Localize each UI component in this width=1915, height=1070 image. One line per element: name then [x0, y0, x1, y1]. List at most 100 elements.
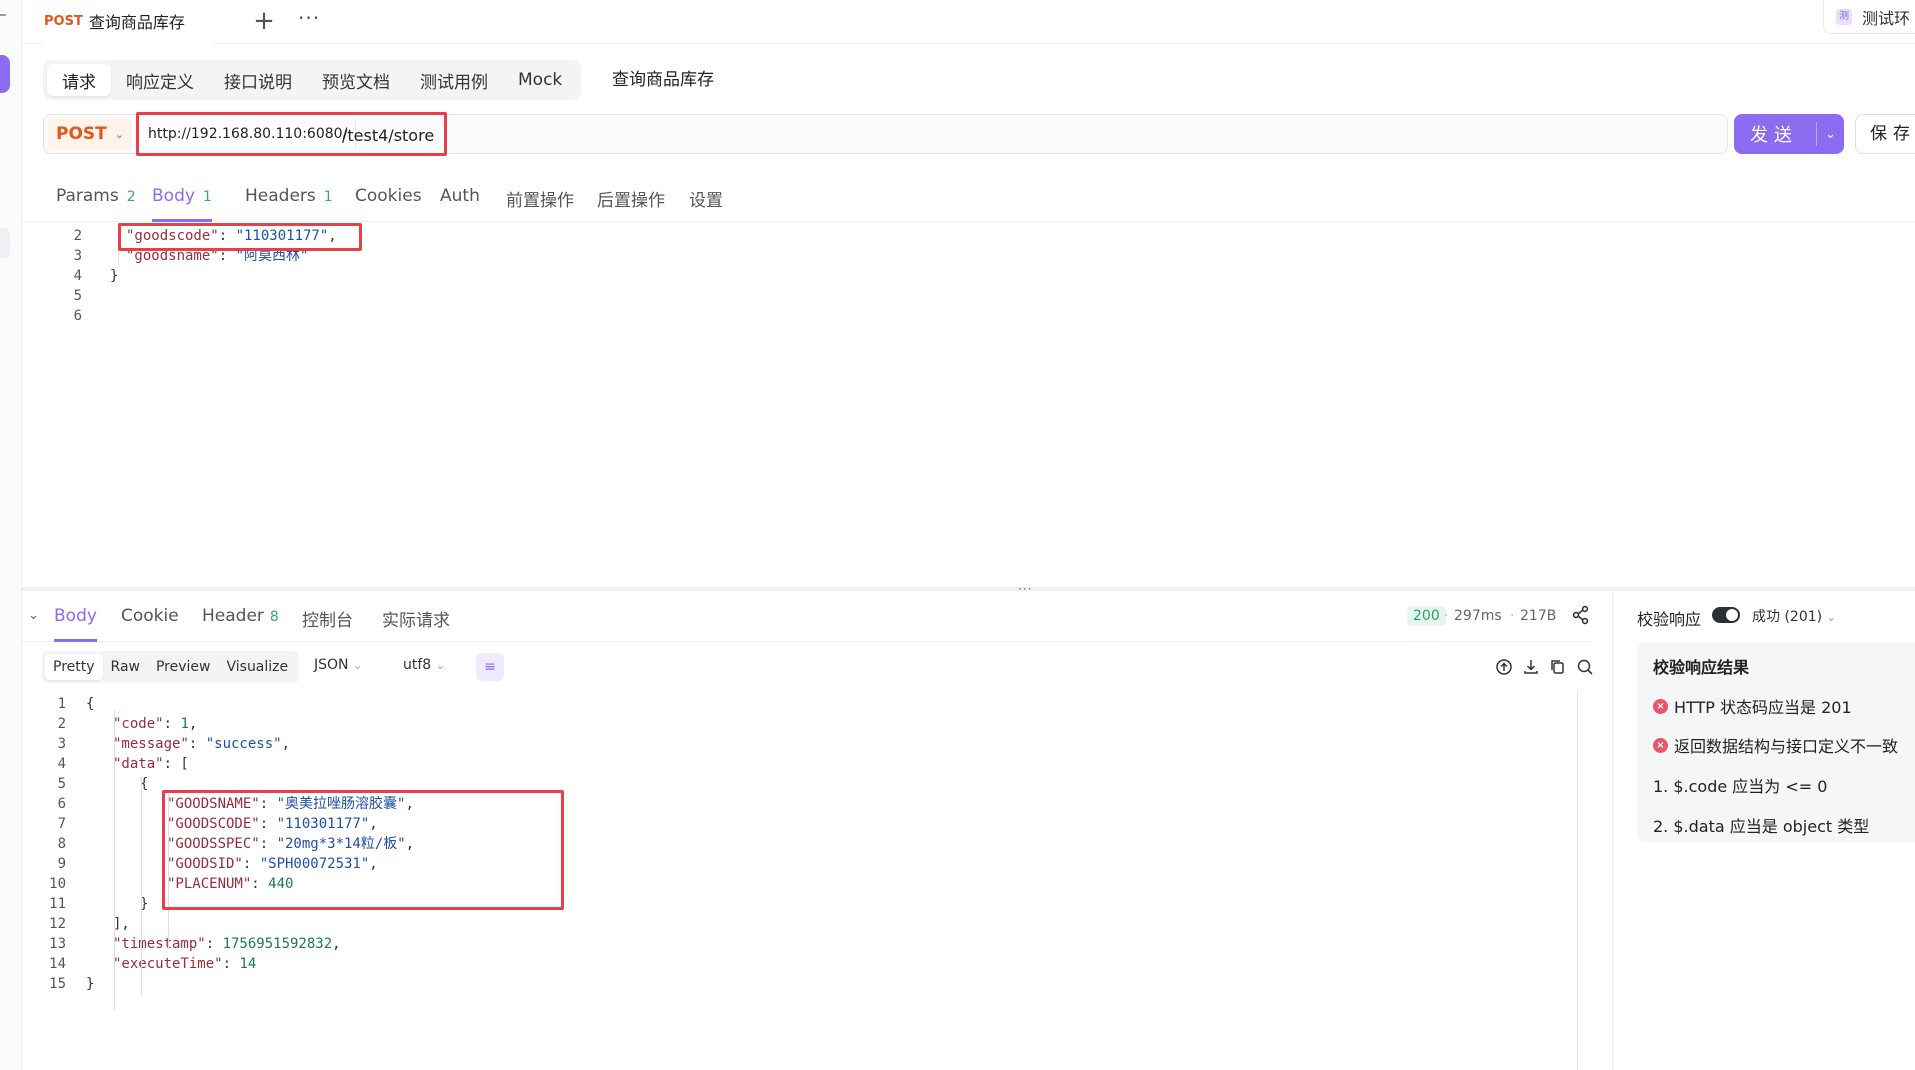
- line-number: 3: [73, 248, 82, 264]
- resp-tab-body[interactable]: Body: [54, 606, 97, 642]
- req-tab-cookies[interactable]: Cookies: [355, 186, 422, 222]
- req-tab-headers[interactable]: Headers 1: [245, 186, 333, 222]
- code-token: ,: [281, 736, 291, 752]
- pane-splitter[interactable]: [22, 587, 1915, 591]
- req-tab-post-operations[interactable]: 后置操作: [597, 186, 665, 222]
- code-token: ,: [332, 936, 341, 952]
- error-icon: ×: [1653, 737, 1668, 753]
- search-icon[interactable]: [1575, 657, 1595, 677]
- validation-error-text: HTTP 状态码应当是 201: [1674, 698, 1852, 717]
- tab-query-store[interactable]: POST 查询商品库存: [42, 0, 213, 44]
- resp-tab-console[interactable]: 控制台: [302, 606, 353, 642]
- code-token: : [: [163, 756, 189, 772]
- line-number: 7: [57, 816, 66, 832]
- api-name[interactable]: 查询商品库存: [612, 66, 714, 94]
- code-token: {: [86, 696, 95, 712]
- share-icon[interactable]: [1570, 604, 1592, 626]
- section-tab-request[interactable]: 请求: [47, 64, 111, 96]
- splitter-handle-icon[interactable]: ···: [1018, 582, 1032, 596]
- response-body-viewer[interactable]: 1 {2 "code": 1, 3 "message": "success", 4 "dat…: [22, 690, 1592, 1070]
- encoding-select[interactable]: utf8 ⌄: [403, 657, 445, 673]
- line-number: 4: [57, 756, 66, 772]
- url-annotation-box: [136, 112, 447, 156]
- view-visualize[interactable]: Visualize: [218, 654, 296, 680]
- section-tab-test-cases[interactable]: 测试用例: [405, 64, 503, 96]
- code-token: "message": [113, 736, 189, 752]
- line-number: 4: [73, 268, 82, 284]
- method-select[interactable]: POST ⌄: [48, 118, 132, 150]
- request-sub-tabs: Params 2 Body 1 Headers 1 Cookies Auth 前置操作…: [22, 174, 1915, 222]
- validation-result-title: 校验响应结果: [1653, 658, 1750, 677]
- view-mode-tabs: Pretty Raw Preview Visualize: [42, 651, 300, 683]
- req-tab-settings[interactable]: 设置: [689, 186, 723, 222]
- req-tab-pre-operations[interactable]: 前置操作: [506, 186, 574, 222]
- collapse-chevron-icon[interactable]: ⌄: [28, 608, 39, 623]
- upload-icon[interactable]: [1494, 657, 1514, 677]
- code-line-close-brace: }: [110, 268, 119, 284]
- req-tab-label: Params: [56, 186, 119, 206]
- copy-icon[interactable]: [1548, 657, 1568, 677]
- req-tab-label: Body: [152, 186, 195, 206]
- encoding-value: utf8: [403, 657, 432, 673]
- response-scrollbar[interactable]: [1577, 690, 1578, 1070]
- validation-detail: 1. $.code 应当为 <= 0: [1653, 777, 1828, 796]
- validation-error-text: 返回数据结构与接口定义不一致: [1674, 737, 1899, 756]
- download-icon[interactable]: [1521, 657, 1541, 677]
- line-number: 1: [57, 696, 66, 712]
- validation-result-panel: 校验响应结果 × HTTP 状态码应当是 201 × 返回数据结构与接口定义不一致 …: [1637, 642, 1915, 842]
- active-nav-indicator[interactable]: [0, 55, 10, 93]
- error-icon: ×: [1653, 698, 1668, 714]
- new-tab-plus-icon[interactable]: +: [250, 6, 278, 36]
- line-number: 12: [49, 916, 66, 932]
- collapse-dash[interactable]: [0, 14, 6, 16]
- goodscode-annotation-box: [118, 223, 362, 251]
- req-tab-body[interactable]: Body 1: [152, 186, 212, 222]
- code-token: ,: [188, 716, 198, 732]
- chevron-down-icon: ⌄: [352, 659, 363, 672]
- resp-tab-cookie[interactable]: Cookie: [121, 606, 179, 642]
- save-button[interactable]: 保存: [1855, 114, 1915, 154]
- section-tab-preview-doc[interactable]: 预览文档: [307, 64, 405, 96]
- code-token: :: [222, 956, 240, 972]
- response-code-line: "data": [: [113, 754, 189, 774]
- format-select[interactable]: JSON ⌄: [314, 657, 362, 673]
- response-header: ⌄ Body Cookie Header 8 控制台 实际请求 200 · 297…: [22, 596, 1592, 642]
- environment-label: 测试环: [1862, 8, 1911, 28]
- resp-tab-header[interactable]: Header 8: [202, 606, 279, 642]
- req-tab-auth[interactable]: Auth: [440, 186, 480, 222]
- code-token: :: [163, 716, 181, 732]
- resp-tab-count: 8: [269, 609, 279, 625]
- send-options-chevron-icon[interactable]: ⌄: [1817, 127, 1844, 142]
- code-token: :: [188, 736, 206, 752]
- section-tab-response-definition[interactable]: 响应定义: [111, 64, 209, 96]
- code-token: "timestamp": [113, 936, 206, 952]
- request-body-editor[interactable]: 2 3 4 5 6 "goodscode": "110301177", "goo…: [22, 223, 1915, 583]
- line-number: 9: [57, 856, 66, 872]
- nav-indicator[interactable]: [0, 228, 10, 258]
- line-number: 3: [57, 736, 66, 752]
- view-preview[interactable]: Preview: [148, 654, 219, 680]
- more-tabs-icon[interactable]: ···: [298, 6, 320, 30]
- validation-status-select[interactable]: 成功 (201) ⌄: [1752, 606, 1836, 626]
- chevron-down-icon: ⌄: [435, 659, 445, 672]
- method-label: POST: [56, 124, 107, 144]
- validate-response-toggle[interactable]: [1712, 607, 1740, 623]
- send-label: 发送: [1750, 125, 1798, 146]
- view-raw[interactable]: Raw: [103, 654, 148, 680]
- code-token: "executeTime": [113, 956, 223, 972]
- resp-tab-actual-request[interactable]: 实际请求: [382, 606, 450, 642]
- environment-selector[interactable]: 测 测试环: [1823, 0, 1915, 34]
- section-tab-api-description[interactable]: 接口说明: [209, 64, 307, 96]
- response-time: 297ms: [1454, 608, 1502, 624]
- wrap-lines-icon[interactable]: ≡: [476, 653, 504, 681]
- section-tab-mock[interactable]: Mock: [503, 64, 577, 96]
- req-tab-params[interactable]: Params 2: [56, 186, 136, 222]
- response-code-line: "timestamp": 1756951592832,: [113, 934, 341, 954]
- send-button[interactable]: 发送 ⌄: [1734, 114, 1844, 154]
- req-tab-count: 1: [202, 189, 212, 205]
- code-token: "code": [113, 716, 164, 732]
- req-tab-count: 2: [126, 189, 136, 205]
- view-pretty[interactable]: Pretty: [45, 654, 103, 680]
- response-code-line: ],: [113, 914, 130, 934]
- data-annotation-box: [162, 790, 564, 910]
